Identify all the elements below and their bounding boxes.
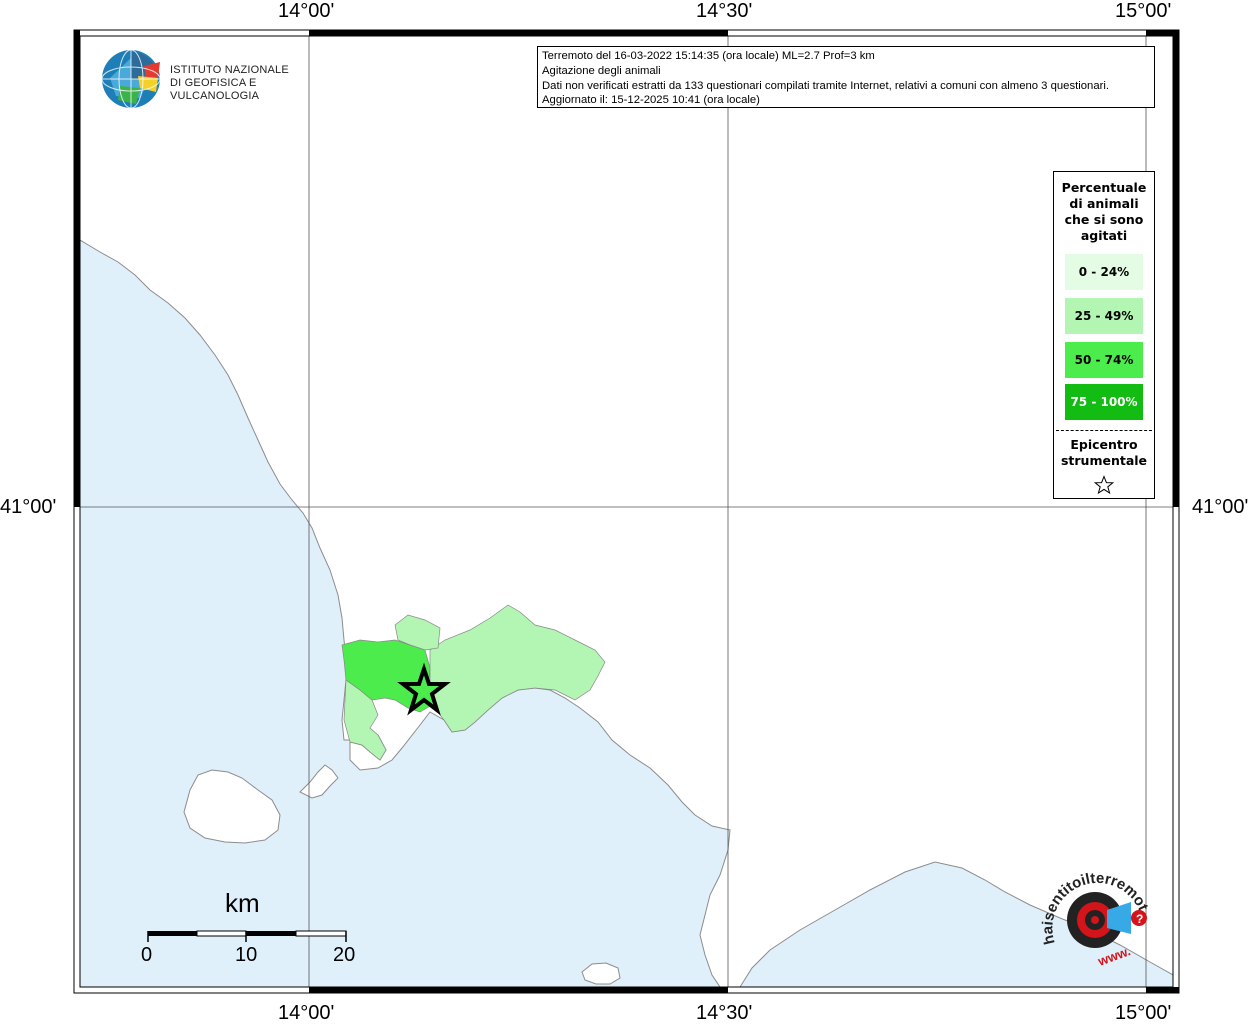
scale-title: km xyxy=(225,888,260,918)
question-mark-icon: ? xyxy=(1136,912,1143,926)
legend: Percentuale di animali che si sono agita… xyxy=(1053,171,1155,499)
legend-item-label: 75 - 100% xyxy=(1070,395,1138,409)
axis-label-right: 41°00' xyxy=(1192,496,1249,518)
legend-item-label: 25 - 49% xyxy=(1074,309,1134,323)
legend-item-label: 0 - 24% xyxy=(1078,265,1130,279)
legend-separator xyxy=(1056,430,1152,431)
axis-label-top: 14°30' xyxy=(696,0,753,22)
axis-label-bottom: 14°00' xyxy=(278,1002,335,1024)
scale-tick: 0 xyxy=(141,944,153,966)
legend-item: 0 - 24% xyxy=(1065,254,1143,290)
legend-title: Percentuale di animali che si sono agita… xyxy=(1061,180,1147,243)
axis-label-bottom: 14°30' xyxy=(696,1002,753,1024)
logo-line: ISTITUTO NAZIONALE xyxy=(170,64,289,76)
legend-item: 50 - 74% xyxy=(1065,342,1143,378)
axis-label-bottom: 15°00' xyxy=(1115,1002,1172,1024)
haisentito-logo: haisentitoilterremoto.it ? www. xyxy=(1035,858,1152,969)
legend-item: 25 - 49% xyxy=(1065,298,1143,334)
event-subtitle: Agitazione degli animali xyxy=(542,64,661,77)
star-outline-icon xyxy=(1093,475,1115,495)
event-title: Terremoto del 16-03-2022 15:14:35 (ora l… xyxy=(542,50,875,62)
axis-label-top: 15°00' xyxy=(1115,0,1172,22)
event-info-box: Terremoto del 16-03-2022 15:14:35 (ora l… xyxy=(537,46,1155,108)
legend-item: 75 - 100% xyxy=(1065,384,1143,420)
scale-tick: 20 xyxy=(333,944,356,966)
ingv-logo: ISTITUTO NAZIONALE DI GEOFISICA E VULCAN… xyxy=(100,48,310,110)
event-note: Dati non verificati estratti da 133 ques… xyxy=(542,79,1110,92)
event-updated: Aggiornato il: 15-12-2025 10:41 (ora loc… xyxy=(542,94,760,107)
logo-line: DI GEOFISICA E VULCANOLOGIA xyxy=(170,77,260,102)
scale-tick: 10 xyxy=(235,944,258,966)
globe-icon xyxy=(101,49,161,109)
legend-item-label: 50 - 74% xyxy=(1074,353,1134,367)
axis-label-top: 14°00' xyxy=(278,0,335,22)
legend-epicenter-label: Epicentro strumentale xyxy=(1060,437,1148,468)
axis-label-left: 41°00' xyxy=(0,496,57,518)
